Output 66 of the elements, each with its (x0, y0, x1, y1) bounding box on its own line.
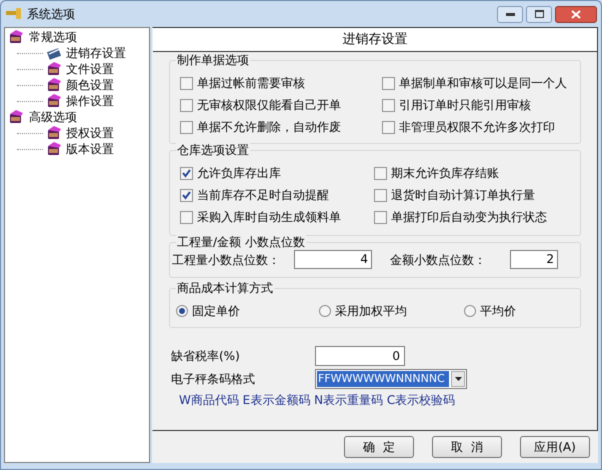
dropdown[interactable]: FFWWWWWWNNNNNC (315, 369, 467, 389)
input-field[interactable]: 4 (294, 250, 372, 269)
maximize-icon (534, 10, 544, 18)
tree-item[interactable]: 操作设置 (65, 92, 115, 110)
book-icon (8, 29, 24, 45)
minimize-icon (506, 12, 514, 16)
checkbox[interactable] (180, 166, 193, 180)
radio-button[interactable] (176, 305, 188, 317)
tree-item[interactable]: 进销存设置 (65, 44, 127, 62)
book-icon (8, 109, 24, 125)
checkbox-label: 采购入库时自动生成领料单 (197, 209, 341, 226)
field-label: 缺省税率(%) (171, 348, 241, 365)
checkbox[interactable] (180, 76, 193, 90)
checkbox[interactable] (180, 120, 193, 134)
checkbox-label: 退货时自动计算订单执行量 (391, 187, 535, 204)
window-title: 系统选项 (27, 6, 75, 23)
checkbox[interactable] (382, 120, 395, 134)
group-title: 商品成本计算方式 (176, 281, 274, 296)
dialog-button[interactable]: 应用(A) (520, 436, 590, 458)
checkbox-label: 允许负库存出库 (197, 165, 281, 182)
checkbox[interactable] (374, 188, 387, 202)
dialog-button[interactable]: 确 定 (344, 436, 414, 458)
close-button[interactable] (555, 6, 597, 22)
key-icon (5, 7, 23, 21)
checkbox[interactable] (180, 98, 193, 112)
group-title: 制作单据选项 (176, 53, 250, 68)
tree-item[interactable]: 授权设置 (65, 124, 115, 142)
checkbox-label: 单据制单和审核可以是同一个人 (399, 75, 567, 92)
group-title: 仓库选项设置 (176, 143, 250, 158)
tree-item[interactable]: 文件设置 (65, 60, 115, 78)
checkbox[interactable] (180, 188, 193, 202)
radio-label: 平均价 (480, 303, 516, 320)
checkbox[interactable] (374, 210, 387, 224)
checkbox-label: 单据打印后自动变为执行状态 (391, 209, 547, 226)
checkbox-label: 当前库存不足时自动提醒 (197, 187, 329, 204)
checkbox[interactable] (382, 76, 395, 90)
field-label: 金额小数点位数： (390, 252, 487, 268)
field-label: 工程量小数点位数： (172, 252, 281, 268)
checkbox-label: 无审核权限仅能看自己开单 (197, 97, 341, 114)
caret-icon (451, 371, 465, 387)
input-field[interactable]: 0 (315, 346, 405, 366)
radio-button[interactable] (319, 305, 331, 317)
tree-item[interactable]: 版本设置 (65, 140, 115, 158)
field-label: 电子秤条码格式 (171, 371, 256, 388)
checkbox-label: 单据过帐前需要审核 (197, 75, 305, 92)
checkbox-label: 非管理员权限不允许多次打印 (399, 119, 555, 136)
input-field[interactable]: 2 (510, 250, 558, 269)
checkbox[interactable] (180, 210, 193, 224)
checkbox-label: 单据不允许删除，自动作废 (197, 119, 341, 136)
radio-button[interactable] (464, 305, 476, 317)
minimize-button[interactable] (497, 6, 523, 22)
checkbox[interactable] (382, 98, 395, 112)
checkbox-label: 引用订单时只能引用审核 (399, 97, 531, 114)
radio-label: 固定单价 (192, 303, 240, 320)
checkbox-label: 期末允许负库存结账 (391, 165, 499, 182)
group-title: 工程量/金额 小数点位数 (176, 235, 306, 250)
hint-text: W商品代码 E表示金额码 N表示重量码 C表示校验码 (178, 392, 456, 409)
maximize-button[interactable] (526, 6, 552, 22)
dialog-button[interactable]: 取 消 (432, 436, 502, 458)
panel-title: 进销存设置 (342, 30, 408, 49)
tree-item[interactable]: 颜色设置 (65, 76, 115, 94)
tree-item[interactable]: 常规选项 (28, 28, 78, 46)
checkbox[interactable] (374, 166, 387, 180)
close-icon (571, 10, 581, 18)
tree-item[interactable]: 高级选项 (28, 108, 78, 126)
radio-label: 采用加权平均 (335, 303, 407, 320)
